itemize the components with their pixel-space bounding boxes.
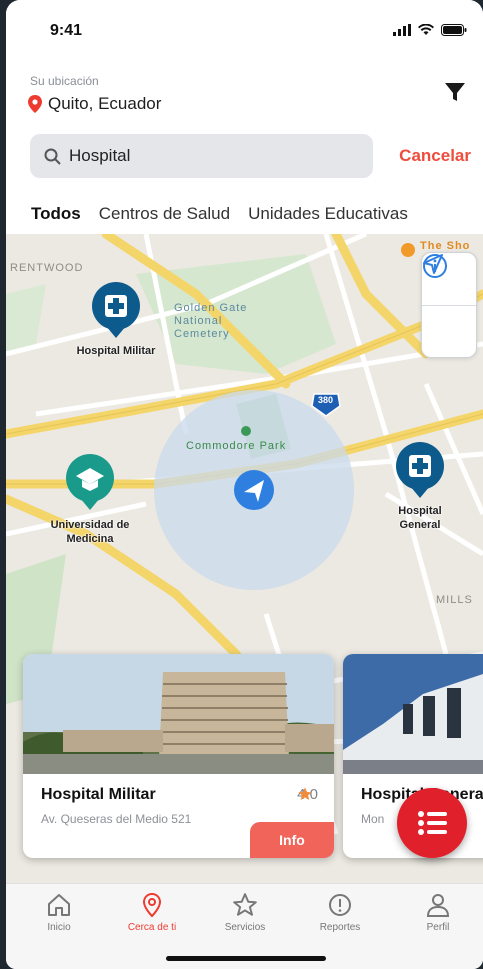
search-icon — [44, 148, 61, 165]
nav-item-reportes[interactable]: Reportes — [300, 892, 380, 933]
search-input[interactable]: Hospital — [30, 134, 373, 178]
status-icons — [393, 24, 467, 36]
nav-item-inicio[interactable]: Inicio — [19, 892, 99, 933]
phone-screen: 9:41 Su ubicación Quito, Ecuador Hospita… — [6, 0, 483, 969]
navigation-arrow-icon — [423, 254, 443, 274]
tab-unidades-educativas[interactable]: Unidades Educativas — [248, 204, 408, 224]
place-photo — [343, 654, 483, 774]
filter-icon — [445, 83, 465, 101]
bottom-navigation: Inicio Cerca de ti Servicios Reportes Pe… — [6, 883, 483, 969]
place-title: Hospital Militar — [41, 786, 156, 803]
location-value: Quito, Ecuador — [48, 94, 162, 113]
battery-icon — [441, 24, 467, 36]
filter-button[interactable] — [443, 80, 467, 104]
place-address: Av. Queseras del Medio 521 — [41, 812, 192, 826]
map-controls — [421, 252, 477, 358]
nav-label-cerca-de-ti: Cerca de ti — [127, 922, 177, 933]
location-pin-icon — [28, 95, 42, 113]
tab-centros-de-salud[interactable]: Centros de Salud — [99, 204, 230, 224]
list-view-button[interactable] — [397, 788, 467, 858]
star-icon — [298, 787, 312, 800]
map-view[interactable]: RENTWOOD Golden Gate National Cemetery C… — [6, 234, 483, 884]
location-selector[interactable]: Quito, Ecuador — [28, 94, 161, 114]
nav-label-inicio: Inicio — [47, 922, 71, 933]
map-label-the-shops: The Sho — [420, 240, 471, 252]
cancel-button[interactable]: Cancelar — [399, 146, 471, 166]
list-icon — [418, 811, 447, 835]
map-label-brentwood: RENTWOOD — [10, 262, 84, 274]
info-button[interactable]: Info — [250, 822, 334, 858]
map-label-golden-gate: Golden Gate National Cemetery — [174, 302, 248, 340]
poi-label-hospital-general: Hospital General — [398, 505, 442, 531]
map-label-highway: 380 — [318, 395, 334, 405]
location-label: Su ubicación — [30, 74, 99, 88]
home-indicator — [166, 956, 326, 961]
hospital-militar-photo — [23, 654, 334, 774]
category-tabs: Todos Centros de Salud Unidades Educativ… — [6, 194, 483, 234]
nav-item-cerca-de-ti[interactable]: Cerca de ti — [112, 892, 192, 933]
place-photo — [23, 654, 334, 774]
map-label-park: Commodore Park — [186, 440, 287, 452]
status-bar: 9:41 — [6, 0, 483, 60]
poi-label-universidad: Universidad de Medicina — [50, 519, 130, 545]
recenter-button[interactable] — [422, 254, 476, 358]
search-value: Hospital — [69, 146, 131, 165]
nav-label-perfil: Perfil — [426, 922, 450, 933]
poi-label-hospital-militar: Hospital Militar — [76, 345, 156, 357]
hospital-general-photo — [343, 654, 483, 774]
location-pin-icon — [142, 892, 162, 918]
alert-circle-icon — [329, 894, 351, 916]
place-address: Mon — [361, 812, 385, 826]
tab-todos[interactable]: Todos — [31, 204, 81, 224]
location-header: Su ubicación Quito, Ecuador Hospital Can… — [6, 64, 483, 194]
nav-label-reportes: Reportes — [319, 922, 361, 933]
home-icon — [48, 894, 70, 916]
person-icon — [426, 894, 450, 917]
wifi-icon — [418, 24, 434, 35]
place-rating: 4.0 — [297, 786, 318, 803]
nav-item-perfil[interactable]: Perfil — [398, 892, 478, 933]
place-card[interactable]: Hospital Militar Av. Queseras del Medio … — [23, 654, 334, 858]
nav-label-servicios: Servicios — [224, 922, 266, 933]
signal-icon — [393, 24, 411, 36]
star-icon — [233, 893, 257, 916]
map-label-hills: MILLS — [436, 594, 473, 606]
status-time: 9:41 — [50, 22, 83, 39]
nav-item-servicios[interactable]: Servicios — [205, 892, 285, 933]
